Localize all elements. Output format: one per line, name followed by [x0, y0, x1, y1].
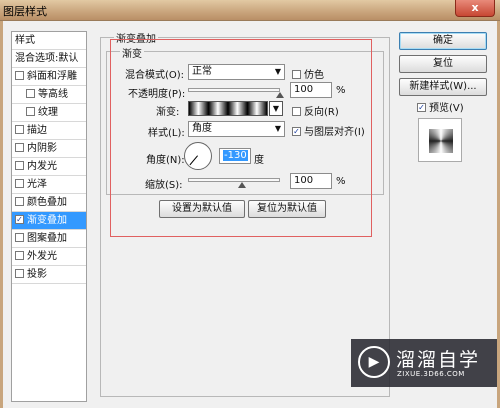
reverse-checkbox[interactable]: 反向(R) — [292, 103, 339, 118]
gradient-preview-icon — [429, 129, 453, 153]
style-item-color-overlay[interactable]: 颜色叠加 — [12, 194, 86, 212]
checkbox-icon[interactable] — [15, 178, 24, 188]
style-item-drop-shadow[interactable]: 投影 — [12, 266, 86, 284]
reset-button[interactable]: 复位 — [399, 55, 487, 73]
blend-mode-label: 混合模式(O): — [125, 70, 185, 81]
make-default-button[interactable]: 设置为默认值 — [159, 200, 245, 218]
style-label: 样式(L): — [148, 128, 185, 139]
style-item-outer-glow[interactable]: 外发光 — [12, 248, 86, 266]
align-with-layer-checkbox[interactable]: ✓ 与图层对齐(I) — [292, 123, 365, 138]
styles-list[interactable]: 样式 混合选项:默认 斜面和浮雕 等高线 纹理 描边 内阴影 内发光 光泽 颜色… — [11, 31, 87, 402]
angle-label: 角度(N): — [146, 155, 185, 166]
blend-mode-value: 正常 — [192, 66, 212, 77]
checkbox-icon[interactable] — [26, 106, 35, 116]
preview-checkbox[interactable]: ✓ 预览(V) — [417, 99, 464, 114]
gradient-style-select[interactable]: 角度 ▼ — [188, 121, 285, 137]
chevron-down-icon: ▼ — [272, 104, 280, 113]
checkbox-icon[interactable] — [15, 142, 24, 152]
checkbox-icon[interactable] — [15, 232, 24, 242]
style-item-stroke[interactable]: 描边 — [12, 122, 86, 140]
preview-label: 预览(V) — [429, 103, 464, 114]
gradient-style-value: 角度 — [192, 123, 212, 134]
angle-dial[interactable] — [184, 142, 212, 170]
checkmark-icon[interactable]: ✓ — [417, 102, 426, 112]
play-logo-icon: ▶ — [358, 346, 390, 378]
dither-label: 仿色 — [304, 70, 324, 81]
close-button[interactable]: x — [455, 0, 495, 17]
angle-needle — [189, 155, 198, 166]
title-bar: 图层样式 x — [0, 0, 500, 21]
opacity-unit: % — [336, 85, 346, 96]
gradient-swatch[interactable] — [188, 101, 268, 116]
scale-slider-thumb[interactable] — [238, 182, 246, 188]
checkbox-icon[interactable] — [15, 268, 24, 278]
checkbox-icon[interactable] — [15, 70, 24, 80]
window-title: 图层样式 — [3, 5, 47, 18]
checkmark-icon[interactable]: ✓ — [15, 214, 24, 224]
style-item-inner-shadow[interactable]: 内阴影 — [12, 140, 86, 158]
checkbox-icon[interactable] — [292, 69, 301, 79]
checkbox-icon[interactable] — [15, 124, 24, 134]
scale-slider-track[interactable] — [188, 178, 280, 182]
scale-label: 缩放(S): — [145, 180, 183, 191]
scale-input[interactable]: 100 — [290, 173, 332, 189]
window-frame-left — [0, 21, 3, 408]
reset-default-button[interactable]: 复位为默认值 — [248, 200, 326, 218]
opacity-input[interactable]: 100 — [290, 82, 332, 98]
angle-value: -130 — [223, 150, 248, 161]
style-item-satin[interactable]: 光泽 — [12, 176, 86, 194]
checkbox-icon[interactable] — [26, 88, 35, 98]
style-item-pattern-overlay[interactable]: 图案叠加 — [12, 230, 86, 248]
scale-unit: % — [336, 176, 346, 187]
ok-button[interactable]: 确定 — [399, 32, 487, 50]
checkmark-icon[interactable]: ✓ — [292, 126, 301, 136]
watermark: ▶ 溜溜自学 ZIXUE.3D66.COM — [351, 339, 497, 387]
checkbox-icon[interactable] — [15, 196, 24, 206]
checkbox-icon[interactable] — [292, 106, 301, 116]
new-style-button[interactable]: 新建样式(W)... — [399, 78, 487, 96]
styles-list-header[interactable]: 样式 — [12, 32, 86, 50]
chevron-down-icon: ▼ — [274, 124, 281, 133]
opacity-slider-thumb[interactable] — [276, 92, 284, 98]
align-with-layer-label: 与图层对齐(I) — [304, 127, 365, 138]
angle-input[interactable]: -130 — [219, 148, 251, 164]
preview-thumbnail — [418, 118, 462, 162]
watermark-name: 溜溜自学 — [396, 349, 481, 371]
blend-options-item[interactable]: 混合选项:默认 — [12, 50, 86, 68]
reverse-label: 反向(R) — [304, 107, 339, 118]
style-item-inner-glow[interactable]: 内发光 — [12, 158, 86, 176]
style-item-bevel[interactable]: 斜面和浮雕 — [12, 68, 86, 86]
opacity-slider-track[interactable] — [188, 88, 280, 92]
style-item-contour[interactable]: 等高线 — [12, 86, 86, 104]
chevron-down-icon: ▼ — [274, 67, 281, 76]
opacity-label: 不透明度(P): — [128, 89, 186, 100]
angle-unit: 度 — [254, 155, 264, 166]
style-item-texture[interactable]: 纹理 — [12, 104, 86, 122]
gradient-label: 渐变: — [156, 107, 180, 118]
style-item-gradient-overlay[interactable]: ✓ 渐变叠加 — [12, 212, 86, 230]
blend-mode-select[interactable]: 正常 ▼ — [188, 64, 285, 80]
dither-checkbox[interactable]: 仿色 — [292, 66, 324, 81]
checkbox-icon[interactable] — [15, 250, 24, 260]
watermark-url: ZIXUE.3D66.COM — [397, 370, 465, 378]
gradient-dropdown-button[interactable]: ▼ — [269, 101, 283, 116]
checkbox-icon[interactable] — [15, 160, 24, 170]
